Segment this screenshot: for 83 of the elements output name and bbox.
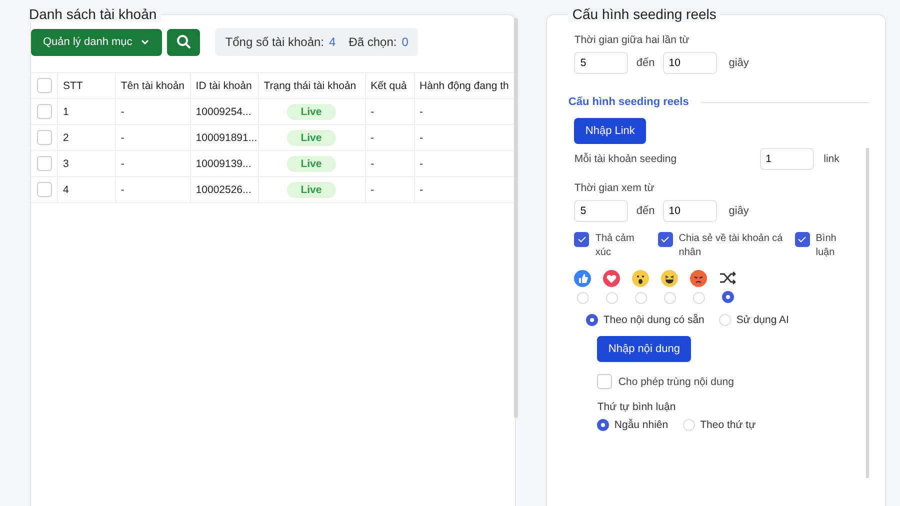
table-cell: - xyxy=(420,106,424,118)
table-cell: 1 xyxy=(62,106,69,118)
order-label: Thứ tự bình luận xyxy=(597,401,677,413)
table-cell: - xyxy=(120,132,124,144)
panel-title: Cấu hình seeding reels xyxy=(568,6,720,22)
to-label: đến xyxy=(636,57,655,69)
table-cell: - xyxy=(370,132,374,144)
row-checkbox[interactable] xyxy=(37,130,52,145)
to-label: đến xyxy=(636,205,655,217)
table-cell: - xyxy=(370,106,374,118)
interval-from-field[interactable]: 5 xyxy=(574,52,628,74)
section-title: Cấu hình seeding reels xyxy=(568,96,689,108)
laugh-reaction-icon xyxy=(661,270,678,287)
reaction-radio[interactable] xyxy=(722,291,734,303)
order-radio[interactable] xyxy=(597,419,610,431)
interval-label: Thời gian giữa hai lần từ xyxy=(574,34,690,46)
column-header: Tên tài khoản xyxy=(116,73,191,98)
table-cell: 3 xyxy=(62,158,69,170)
action-checkbox[interactable] xyxy=(794,232,810,247)
table-cell: - xyxy=(120,106,124,118)
table-cell: 2 xyxy=(62,132,69,144)
scrollbar[interactable] xyxy=(514,18,518,418)
action-label: Bình luận xyxy=(816,232,838,260)
total-label: Tổng số tài khoản: xyxy=(225,35,324,49)
row-checkbox[interactable] xyxy=(37,182,52,197)
radio-label: Sử dụng AI xyxy=(736,314,789,326)
unit-label: link xyxy=(824,153,840,165)
import-content-button[interactable]: Nhập nội dung xyxy=(597,336,691,362)
status-badge: Live xyxy=(286,130,336,146)
search-button[interactable] xyxy=(167,28,200,56)
action-label: Chia sẻ về tài khoản cá nhân xyxy=(678,232,783,260)
select-all-checkbox[interactable] xyxy=(37,78,52,93)
per-account-label: Mỗi tài khoản seeding xyxy=(574,153,678,165)
allow-duplicate-checkbox[interactable] xyxy=(597,374,612,389)
table-cell: - xyxy=(420,158,424,170)
selected-count: 0 xyxy=(402,35,408,49)
status-badge: Live xyxy=(286,104,336,120)
watch-from-field[interactable]: 5 xyxy=(574,200,628,222)
checkbox-label: Cho phép trùng nội dung xyxy=(618,376,734,388)
row-checkbox[interactable] xyxy=(37,156,52,171)
table-cell: 100091891... xyxy=(196,132,258,144)
content-source-radio[interactable] xyxy=(586,314,598,326)
wow-reaction-icon xyxy=(632,270,650,287)
radio-label: Theo thứ tự xyxy=(700,419,756,431)
column-header: STT xyxy=(58,73,116,98)
watch-to-field[interactable]: 10 xyxy=(662,200,717,222)
action-checkbox[interactable] xyxy=(658,232,673,247)
interval-to-field[interactable]: 10 xyxy=(662,52,717,74)
heart-reaction-icon xyxy=(603,270,620,287)
table-cell: - xyxy=(420,184,424,196)
total-count: 4 xyxy=(329,35,336,49)
link-count-field[interactable]: 1 xyxy=(760,148,814,170)
table-cell: - xyxy=(370,158,374,170)
table-cell: - xyxy=(120,158,124,170)
column-header: Trạng thái tài khoản xyxy=(258,73,366,98)
table-cell: 10009254... xyxy=(196,106,252,118)
like-reaction-icon xyxy=(574,270,592,287)
scrollbar[interactable] xyxy=(866,148,870,478)
unit-label: giây xyxy=(728,205,749,217)
action-label: Thả cảm xúc xyxy=(595,232,636,260)
unit-label: giây xyxy=(728,57,749,69)
status-badge: Live xyxy=(286,156,336,172)
table-cell: 4 xyxy=(62,184,69,196)
search-icon xyxy=(176,34,192,50)
action-checkbox[interactable] xyxy=(574,232,590,247)
row-checkbox[interactable] xyxy=(37,104,52,119)
chevron-down-icon xyxy=(140,37,150,47)
column-header: ID tài khoản xyxy=(190,73,259,98)
table-cell: 10009139... xyxy=(196,158,252,170)
watch-time-label: Thời gian xem từ xyxy=(574,182,656,194)
selected-label: Đã chọn: xyxy=(348,35,397,49)
table-cell: 10002526... xyxy=(196,184,252,196)
column-header: Kết quả xyxy=(366,73,415,98)
status-badge: Live xyxy=(286,182,336,198)
shuffle-icon xyxy=(718,270,737,286)
table-cell: - xyxy=(120,184,124,196)
table-cell: - xyxy=(370,184,374,196)
table-cell: - xyxy=(420,132,424,144)
radio-label: Theo nội dung có sẵn xyxy=(603,314,704,326)
import-link-button[interactable]: Nhập Link xyxy=(574,118,646,144)
category-dropdown-button[interactable]: Quản lý danh mục xyxy=(31,28,162,56)
angry-reaction-icon xyxy=(690,270,708,287)
radio-label: Ngẫu nhiên xyxy=(614,419,668,431)
